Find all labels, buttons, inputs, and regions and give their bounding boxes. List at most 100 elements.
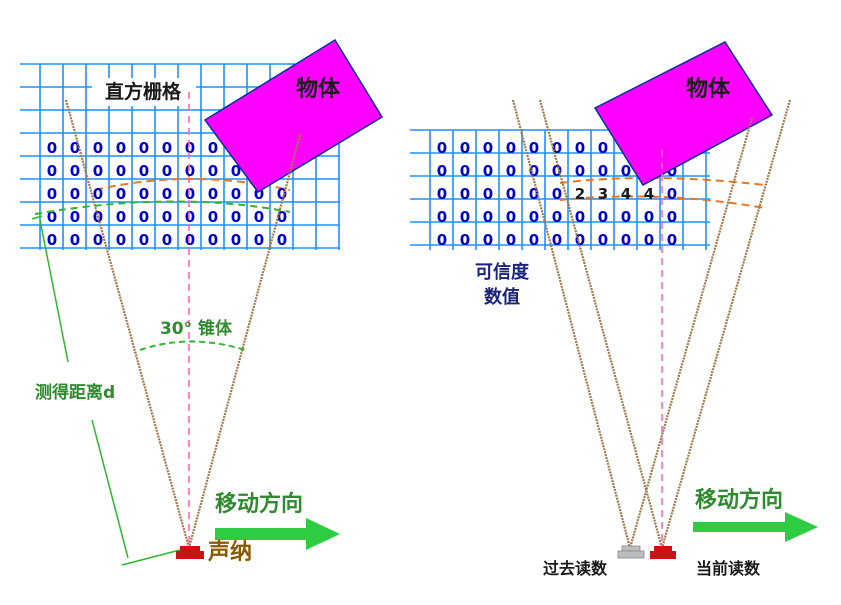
left-cell-value: 0 xyxy=(47,231,57,249)
right-cell-value: 0 xyxy=(506,208,516,226)
left-direction-label: 移动方向 xyxy=(215,491,303,517)
right-cell-value: 0 xyxy=(506,231,516,249)
right-cell-value: 0 xyxy=(621,208,631,226)
left-cell-value: 0 xyxy=(139,139,149,157)
right-cell-value: 0 xyxy=(667,208,677,226)
left-cell-value: 0 xyxy=(116,139,126,157)
left-cell-value: 0 xyxy=(162,139,172,157)
sonar-histogram-grid-diagram: 0 0 0 0 0 0 0 00 0 0 0 0 0 0 0 00 0 0 0 0 0 0 0 0 0 00 0 0 0 0 0 0 0 0 00 0… xyxy=(20,38,818,578)
left-cell-value: 0 xyxy=(116,185,126,203)
right-cell-value: 0 xyxy=(437,208,447,226)
left-cell-value: 0 xyxy=(139,208,149,226)
right-cell-value: 0 xyxy=(529,139,539,157)
left-cell-value: 0 xyxy=(47,139,57,157)
right-cell-value: 0 xyxy=(483,208,493,226)
confidence-label-line2: 数值 xyxy=(484,286,520,308)
left-cell-value: 0 xyxy=(254,231,264,249)
left-cell-value: 0 xyxy=(185,162,195,180)
left-cell-value: 0 xyxy=(116,162,126,180)
right-cell-value: 0 xyxy=(460,231,470,249)
left-cell-value: 0 xyxy=(162,208,172,226)
left-cell-value: 0 xyxy=(116,208,126,226)
left-cell-value: 0 xyxy=(47,162,57,180)
confidence-label-line1: 可信度 xyxy=(475,261,530,283)
right-cell-value: 0 xyxy=(460,139,470,157)
left-cell-value: 0 xyxy=(162,231,172,249)
current-sonar xyxy=(650,546,676,559)
left-cell-value: 0 xyxy=(139,162,149,180)
right-cell-value: 0 xyxy=(598,208,608,226)
right-cell-value: 0 xyxy=(621,231,631,249)
left-cell-value: 0 xyxy=(208,162,218,180)
distance-label: 测得距离d xyxy=(35,382,115,403)
right-object-label: 物体 xyxy=(686,76,731,102)
right-cell-value: 0 xyxy=(575,162,585,180)
right-cell-value: 3 xyxy=(598,185,608,203)
left-cell-value: 0 xyxy=(70,162,80,180)
right-cell-value: 0 xyxy=(598,231,608,249)
right-direction-label: 移动方向 xyxy=(695,487,783,513)
right-cell-value: 0 xyxy=(644,208,654,226)
right-cell-value: 0 xyxy=(437,162,447,180)
right-cell-value: 0 xyxy=(483,231,493,249)
right-cell-value: 0 xyxy=(460,162,470,180)
right-cell-value: 0 xyxy=(483,185,493,203)
left-cell-value: 0 xyxy=(208,208,218,226)
left-panel: 0 0 0 0 0 0 0 00 0 0 0 0 0 0 0 00 0 0 0 0 0 0 0 0 0 00 0 0 0 0 0 0 0 0 00 0… xyxy=(20,38,384,566)
right-cell-value: 0 xyxy=(483,162,493,180)
left-cell-value: 0 xyxy=(47,185,57,203)
left-cell-value: 0 xyxy=(70,185,80,203)
right-cell-value: 0 xyxy=(460,185,470,203)
left-cell-value: 0 xyxy=(116,231,126,249)
left-cell-value: 0 xyxy=(231,231,241,249)
right-cell-value: 0 xyxy=(598,139,608,157)
right-cell-value: 0 xyxy=(667,185,677,203)
right-cell-value: 0 xyxy=(552,231,562,249)
right-direction-arrow xyxy=(693,512,818,542)
right-panel: 0000000000000000000000000000234400000000… xyxy=(410,41,818,578)
past-sonar xyxy=(617,545,645,559)
left-cell-value: 0 xyxy=(162,185,172,203)
right-cell-value: 0 xyxy=(552,185,562,203)
left-cell-value: 0 xyxy=(70,208,80,226)
right-cell-value: 0 xyxy=(437,139,447,157)
right-cell-value: 0 xyxy=(506,162,516,180)
left-cell-value: 0 xyxy=(208,231,218,249)
right-cell-value: 0 xyxy=(506,139,516,157)
right-cell-value: 0 xyxy=(575,208,585,226)
left-sonar xyxy=(176,546,204,559)
sonar-label: 声纳 xyxy=(207,539,252,565)
right-cell-value: 0 xyxy=(667,231,677,249)
left-cell-value: 0 xyxy=(185,231,195,249)
left-cell-value: 0 xyxy=(185,139,195,157)
left-cell-value: 0 xyxy=(185,208,195,226)
left-cell-value: 0 xyxy=(93,139,103,157)
left-cell-value: 0 xyxy=(185,185,195,203)
left-cell-value: 0 xyxy=(139,185,149,203)
cone-angle-label: 30° 锥体 xyxy=(160,318,233,339)
left-cell-value: 0 xyxy=(208,185,218,203)
right-cell-value: 0 xyxy=(437,231,447,249)
past-reading-label: 过去读数 xyxy=(543,559,608,578)
right-cell-value: 0 xyxy=(506,185,516,203)
distance-bracket-bottom xyxy=(121,549,181,566)
right-cell-value: 0 xyxy=(460,208,470,226)
left-cell-value: 0 xyxy=(70,231,80,249)
right-cell-value: 2 xyxy=(575,185,585,203)
current-cone-right-edge xyxy=(660,99,792,549)
right-cell-value: 0 xyxy=(644,231,654,249)
left-cell-value: 0 xyxy=(93,185,103,203)
left-cone-right-edge xyxy=(187,134,302,549)
right-cell-value: 0 xyxy=(529,208,539,226)
right-cell-value: 0 xyxy=(598,162,608,180)
left-cell-value: 0 xyxy=(254,208,264,226)
distance-bracket-line-lower xyxy=(91,419,129,559)
right-cell-value: 0 xyxy=(552,208,562,226)
right-cell-value: 0 xyxy=(483,139,493,157)
right-cell-value: 0 xyxy=(437,185,447,203)
left-cell-value: 0 xyxy=(208,139,218,157)
grid-title: 直方栅格 xyxy=(105,80,182,103)
left-cell-value: 0 xyxy=(93,162,103,180)
left-cell-value: 0 xyxy=(162,162,172,180)
right-cell-value: 0 xyxy=(575,139,585,157)
